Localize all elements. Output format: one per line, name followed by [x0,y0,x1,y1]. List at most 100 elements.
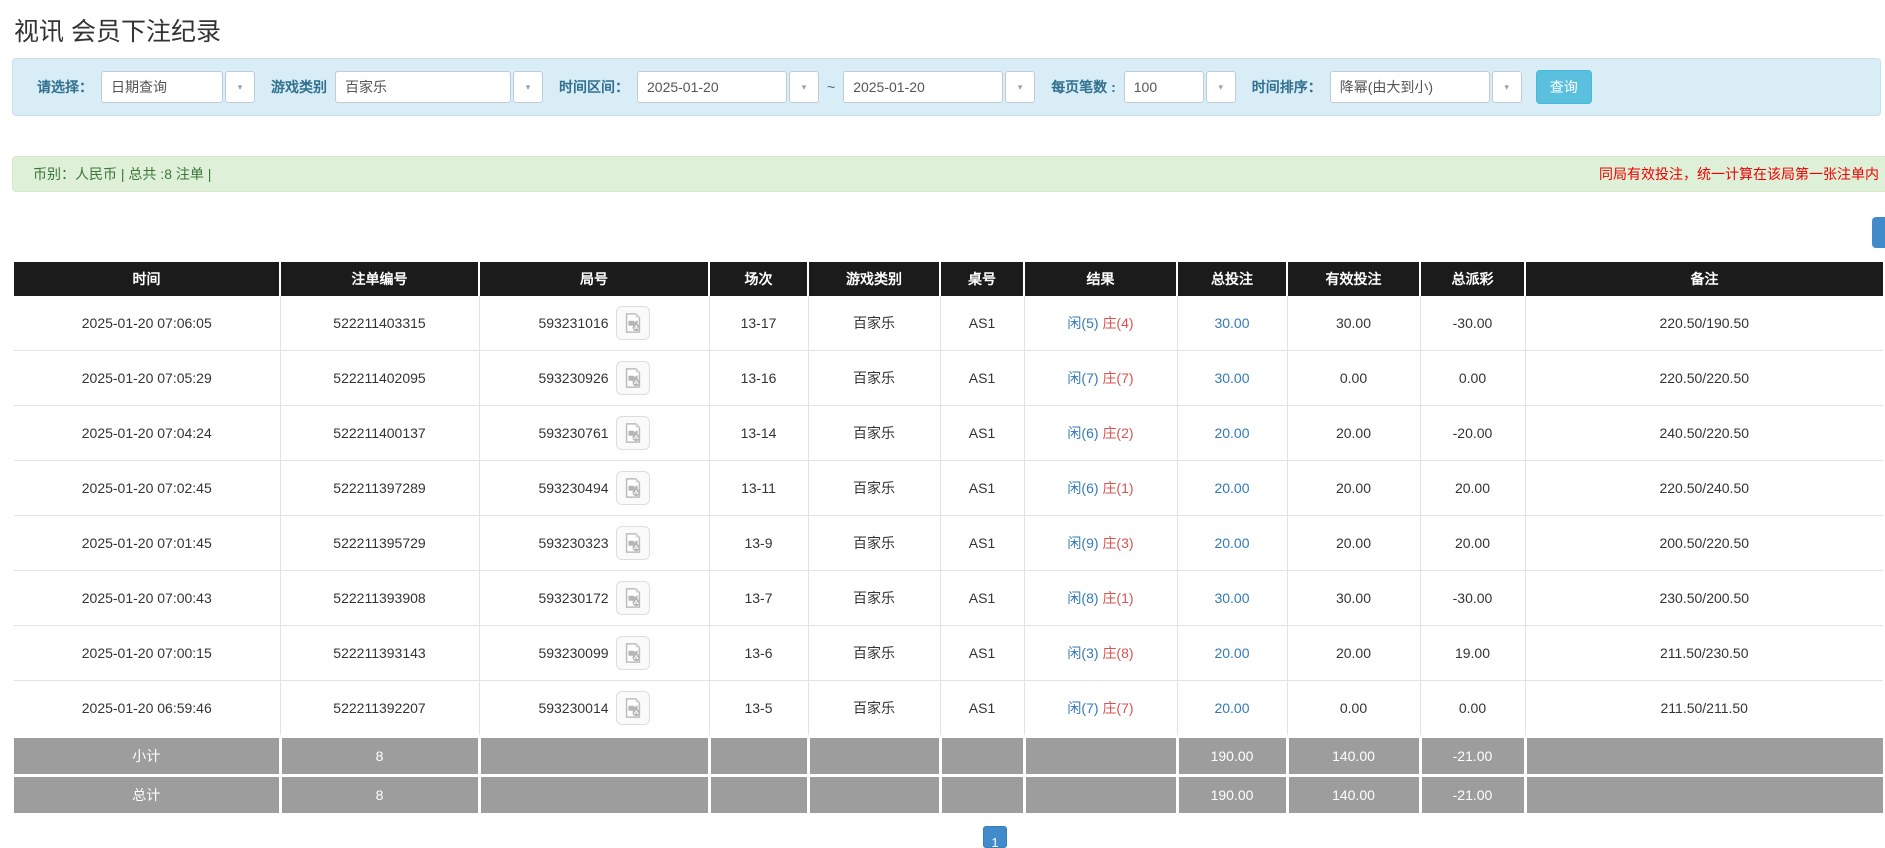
footer-payout: -21.00 [1420,735,1527,776]
cell-valid-bet: 20.00 [1287,515,1421,571]
footer-empty [1024,735,1179,776]
cell-result: 闲(8) 庄(1) [1024,570,1178,626]
game-type-caret-button[interactable]: ▾ [513,71,543,103]
column-header-3: 场次 [709,262,809,296]
cell-time: 2025-01-20 07:04:24 [14,405,281,461]
date-to-input[interactable] [843,71,1004,103]
search-button[interactable]: 查询 [1535,70,1592,104]
table-row: 2025-01-20 07:01:45 522211395729 593230323… [14,515,1883,571]
footer-payout: -21.00 [1420,774,1527,813]
result-player: 闲(3) [1067,645,1099,661]
table-row: 2025-01-20 07:02:45 522211397289 593230494… [14,460,1883,516]
cell-round-id: 593230761 [479,405,710,461]
cell-session: 13-6 [709,625,809,681]
result-banker: 庄(3) [1102,535,1134,551]
video-record-button[interactable] [615,361,650,395]
cell-table-no: AS1 [940,460,1025,516]
column-header-9: 总派彩 [1420,262,1526,296]
video-record-button[interactable] [615,471,650,505]
bet-table-footer: 小计 8 190.00 140.00 -21.00 总计 8 190.00 140.00 -21.… [14,735,1883,813]
round-id-text: 593230014 [538,700,609,716]
cell-time: 2025-01-20 07:05:29 [14,350,281,406]
column-header-5: 桌号 [940,262,1025,296]
video-record-icon [625,478,640,498]
result-banker: 庄(2) [1102,425,1134,441]
date-to-caret-button[interactable]: ▾ [1005,71,1036,103]
cell-bet-id: 522211403315 [280,296,480,351]
cell-remark: 220.50/240.50 [1525,460,1883,516]
footer-total-bet: 190.00 [1177,735,1289,776]
video-record-button[interactable] [615,581,650,615]
video-record-icon [625,588,640,608]
cell-round-id: 593230099 [479,625,710,681]
footer-empty [1024,774,1179,813]
game-type-input[interactable] [335,71,511,103]
result-banker: 庄(4) [1102,315,1134,331]
cell-result: 闲(3) 庄(8) [1024,625,1178,681]
table-row: 2025-01-20 07:06:05 522211403315 593231016… [14,296,1883,351]
cell-time: 2025-01-20 06:59:46 [14,680,281,737]
result-player: 闲(7) [1067,370,1099,386]
video-record-button[interactable] [615,636,650,670]
date-from-input[interactable] [637,71,787,103]
cell-session: 13-5 [709,680,809,737]
total-bet-link[interactable]: 20.00 [1214,480,1249,496]
total-bet-link[interactable]: 20.00 [1214,535,1249,551]
select-type-input[interactable] [101,71,223,103]
subtotal-row: 小计 8 190.00 140.00 -21.00 [14,735,1883,776]
total-bet-link[interactable]: 20.00 [1214,700,1249,716]
cell-game-type: 百家乐 [808,460,941,516]
chevron-down-icon: ▾ [801,81,807,92]
result-banker: 庄(8) [1102,645,1134,661]
video-record-button[interactable] [615,691,650,725]
cell-table-no: AS1 [940,515,1025,571]
export-button-partial[interactable] [1872,217,1885,248]
chevron-down-icon: ▾ [237,81,243,92]
total-bet-link[interactable]: 30.00 [1214,315,1249,331]
cell-game-type: 百家乐 [808,515,941,571]
round-id-wrap: 593230926 [538,361,650,395]
time-sort-input[interactable] [1329,71,1490,103]
cell-total-bet: 20.00 [1177,460,1288,516]
video-record-icon [625,698,640,718]
date-from-caret-button[interactable]: ▾ [789,71,819,103]
select-type-caret-button[interactable]: ▾ [225,71,255,103]
summary-bar: 币别：人民币 | 总共 :8 注单 | 同局有效投注，统一计算在该局第一张注单内 [12,156,1885,192]
round-id-text: 593231016 [538,315,609,331]
total-bet-link[interactable]: 30.00 [1214,590,1249,606]
cell-remark: 240.50/220.50 [1525,405,1883,461]
result-banker: 庄(1) [1102,480,1134,496]
footer-empty [1525,735,1883,776]
video-record-icon [625,368,640,388]
total-bet-link[interactable]: 20.00 [1214,645,1249,661]
cell-total-bet: 30.00 [1177,296,1288,351]
cell-bet-id: 522211395729 [280,515,480,571]
video-record-button[interactable] [615,306,650,340]
time-sort-caret-button[interactable]: ▾ [1491,71,1522,103]
time-sort-label: 时间排序： [1251,79,1322,95]
cell-round-id: 593231016 [479,296,710,351]
round-id-wrap: 593230099 [538,636,650,670]
cell-valid-bet: 0.00 [1287,350,1421,406]
cell-result: 闲(6) 庄(1) [1024,460,1178,516]
page-size-caret-button[interactable]: ▾ [1205,71,1236,103]
footer-empty [709,774,810,813]
chevron-down-icon: ▾ [525,81,531,92]
footer-count: 8 [280,735,481,776]
footer-label: 小计 [14,735,282,776]
pagination-page-1[interactable]: 1 [983,826,1007,848]
video-record-button[interactable] [615,526,650,560]
result-player: 闲(9) [1067,535,1099,551]
total-bet-link[interactable]: 20.00 [1214,425,1249,441]
cell-payout: 20.00 [1420,515,1526,571]
cell-game-type: 百家乐 [808,350,941,406]
date-range-tilde: ~ [827,79,836,95]
footer-valid-bet: 140.00 [1287,774,1422,813]
video-record-button[interactable] [615,416,650,450]
cell-time: 2025-01-20 07:00:43 [14,570,281,626]
cell-session: 13-16 [709,350,809,406]
page-size-input[interactable] [1123,71,1204,103]
total-bet-link[interactable]: 30.00 [1214,370,1249,386]
chevron-down-icon: ▾ [1017,81,1023,92]
cell-round-id: 593230172 [479,570,710,626]
